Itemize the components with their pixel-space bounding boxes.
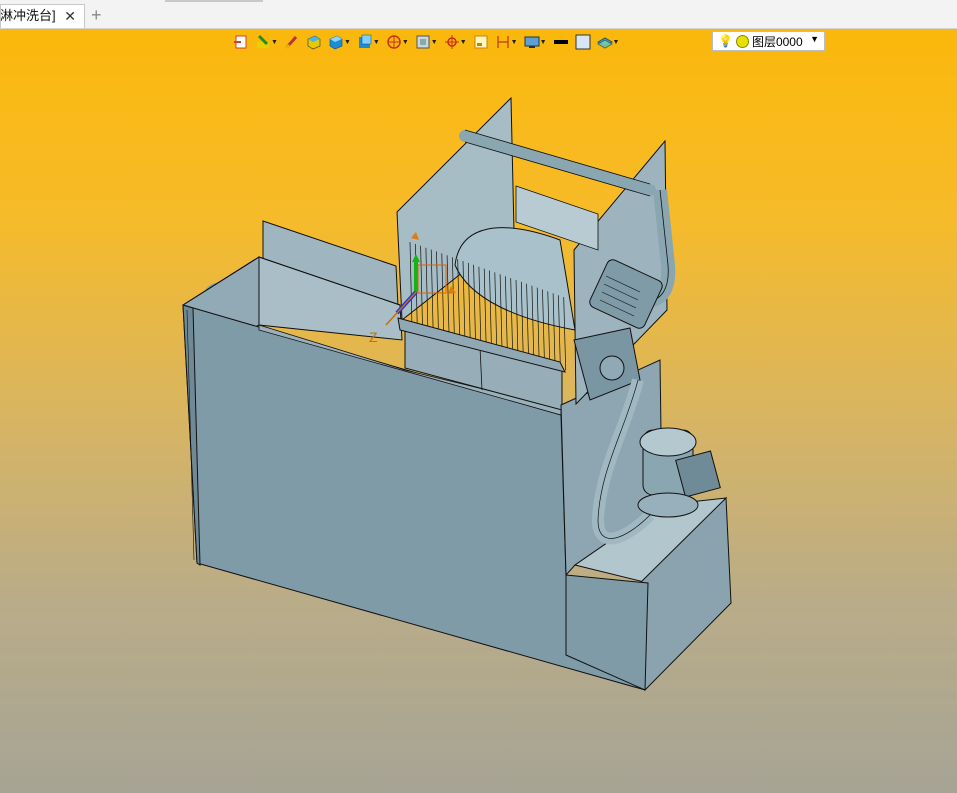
display-icon[interactable] [521,32,543,52]
document-tab-label: 淋冲洗台] [0,8,56,23]
origin-icon[interactable] [441,32,463,52]
new-tab-button[interactable]: + [91,4,102,26]
layer-select[interactable]: 💡 图层0000 ▼ [712,31,825,51]
3d-viewport[interactable]: Z ▼ ▼ ▼ ▼ ▼ ▼ ▼ ▼ ▼ 💡 图层0000 ▼ [0,29,957,793]
line-color-icon[interactable] [550,32,572,52]
fill-color-icon[interactable] [572,32,594,52]
view-toolbar: ▼ ▼ ▼ ▼ ▼ ▼ ▼ ▼ ▼ [230,31,622,53]
exit-sketch-icon[interactable] [230,32,252,52]
cube-icon[interactable] [325,32,347,52]
z-axis-label: Z [369,329,378,345]
layer-color-icon [735,34,749,48]
tab-bar: 淋冲洗台] ✕ + [0,0,957,29]
section-view-icon[interactable] [412,32,434,52]
render-mode-icon[interactable] [383,32,405,52]
dimension-icon[interactable] [492,32,514,52]
sketch-tools-icon[interactable] [252,32,274,52]
close-tab-icon[interactable]: ✕ [64,5,76,27]
brush-icon[interactable] [281,32,303,52]
lightbulb-icon[interactable]: 💡 [718,34,733,48]
chevron-down-icon[interactable]: ▼ [810,34,819,44]
frame-icon[interactable] [470,32,492,52]
document-tab[interactable]: 淋冲洗台] ✕ [0,4,85,28]
solid-box-icon[interactable] [303,32,325,52]
layer-name: 图层0000 [751,34,803,49]
view-cube-icon[interactable] [354,32,376,52]
tab-strip-scroll [165,0,263,2]
layer-stack-icon[interactable] [594,32,616,52]
coordinate-triad: Z [369,232,456,345]
